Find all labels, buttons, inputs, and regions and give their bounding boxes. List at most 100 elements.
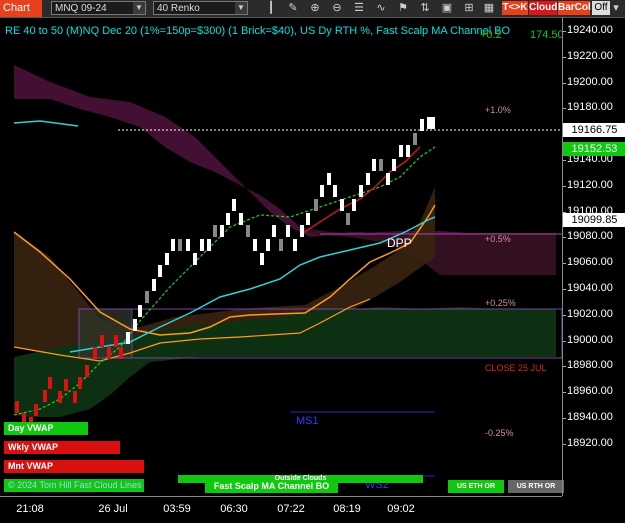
cloud-button[interactable]: Cloud: [529, 1, 557, 15]
red-brick: [93, 347, 97, 359]
renko-brick: [133, 319, 137, 331]
zoom-in-icon[interactable]: ⊕: [308, 1, 322, 15]
pct-plus1-label: +1.0%: [485, 105, 511, 115]
renko-brick: [372, 159, 376, 171]
price-tickmark: [563, 392, 566, 394]
wkly-vwap-button[interactable]: Wkly VWAP: [4, 441, 120, 454]
price-tickmark: [563, 31, 566, 32]
renko-brick: [431, 117, 435, 129]
price-tickmark: [563, 108, 566, 110]
title-suffix: +0.2: [480, 29, 502, 41]
time-tick: 06:30: [220, 503, 248, 515]
price-tickmark: [563, 56, 566, 58]
renko-brick: [314, 199, 318, 211]
renko-brick: [165, 253, 169, 265]
pct-plus05-label: +0.5%: [485, 234, 511, 244]
time-tick: 26 Jul: [98, 503, 128, 515]
red-brick: [58, 391, 62, 403]
chart-toolbar: Chart MNQ 09-24 ▼ 40 Renko ▼ ┃ ✎ ⊕ ⊖ ☰ ∿…: [0, 0, 625, 18]
renko-brick: [171, 239, 175, 251]
instrument-value: MNQ 09-24: [55, 3, 107, 14]
data-box-icon[interactable]: ▦: [482, 1, 496, 15]
renko-brick: [320, 185, 324, 197]
renko-brick: [253, 239, 257, 251]
renko-brick: [193, 253, 197, 265]
red-brick: [48, 377, 52, 389]
off-button[interactable]: Off: [592, 1, 610, 15]
green-price-label: 19152.53: [563, 142, 625, 156]
time-tick: 08:19: [333, 503, 361, 515]
chevron-down-icon: ▼: [133, 2, 145, 14]
us-rth-or-button[interactable]: US RTH OR: [508, 480, 564, 493]
indicators-icon[interactable]: ∿: [374, 1, 388, 15]
time-tick: 03:59: [163, 503, 191, 515]
bar-type-icon[interactable]: ┃: [264, 1, 278, 15]
day-vwap-button[interactable]: Day VWAP: [4, 422, 88, 435]
red-brick: [43, 390, 47, 402]
red-brick: [100, 335, 104, 347]
last-price-label: 19166.75: [563, 123, 625, 137]
time-tick: 21:08: [16, 503, 44, 515]
red-brick: [119, 347, 123, 359]
renko-brick: [279, 239, 283, 251]
renko-brick: [226, 213, 230, 225]
renko-brick: [266, 239, 270, 251]
price-tickmark: [563, 366, 566, 368]
renko-brick: [145, 291, 149, 303]
red-brick: [107, 347, 111, 359]
zoom-out-icon[interactable]: ⊖: [330, 1, 344, 15]
t-k-button[interactable]: T<>K: [502, 1, 528, 15]
price-tick: 19080.00: [567, 230, 613, 243]
fast-scalp-button[interactable]: Fast Scalp MA Channel BO: [205, 480, 338, 493]
renko-brick: [152, 279, 156, 291]
price-tick: 19200.00: [567, 75, 613, 88]
renko-brick: [213, 225, 217, 237]
period-selector[interactable]: 40 Renko ▼: [153, 1, 248, 15]
price-axis[interactable]: 19240.0019220.0019200.0019180.0019160.00…: [562, 17, 625, 496]
chart-trader-icon[interactable]: ⊞: [462, 1, 476, 15]
title-price: 174.50: [530, 29, 564, 41]
fast-cloud-lines-button[interactable]: © 2024 Tom Hill Fast Cloud Lines: [4, 479, 144, 492]
instrument-selector[interactable]: MNQ 09-24 ▼: [51, 1, 146, 15]
dpp-label: DPP: [387, 236, 412, 250]
strategies-icon[interactable]: ⚑: [396, 1, 410, 15]
red-brick: [85, 365, 89, 377]
renko-brick: [406, 145, 410, 157]
chevron-down-icon[interactable]: ▾: [610, 1, 622, 15]
price-tickmark: [563, 289, 566, 290]
draw-tool-icon[interactable]: ✎: [286, 1, 300, 15]
price-tickmark: [563, 418, 566, 419]
renko-brick: [178, 239, 182, 251]
renko-brick: [138, 305, 142, 317]
renko-brick: [186, 239, 190, 251]
us-eth-or-button[interactable]: US ETH OR: [448, 480, 504, 493]
chart-tab[interactable]: Chart: [0, 0, 42, 17]
red-brick: [73, 391, 77, 403]
barcol-button[interactable]: BarCol: [558, 1, 591, 15]
trade-icon[interactable]: ⇅: [418, 1, 432, 15]
price-chart[interactable]: RE 40 to 50 (M)NQ Dec 20 (1%=150p=$300) …: [0, 17, 564, 496]
red-brick: [114, 335, 118, 347]
red-brick: [64, 379, 68, 391]
renko-brick: [158, 265, 162, 277]
price-tick: 18920.00: [567, 436, 613, 449]
properties-icon[interactable]: ☰: [352, 1, 366, 15]
renko-brick: [272, 225, 276, 237]
camera-icon[interactable]: ▣: [440, 1, 454, 15]
renko-brick: [386, 173, 390, 185]
price-tickmark: [563, 185, 566, 187]
price-tick: 18940.00: [567, 411, 613, 423]
renko-brick: [246, 225, 250, 237]
price-tickmark: [563, 314, 566, 316]
renko-brick: [392, 159, 396, 171]
time-axis[interactable]: 21:08 26 Jul 03:59 06:30 07:22 08:19 09:02: [0, 496, 562, 523]
pct-plus025-label: +0.25%: [485, 298, 516, 308]
renko-brick: [126, 332, 130, 344]
price-tickmark: [563, 82, 566, 84]
close-label: CLOSE 25 JUL: [485, 363, 547, 373]
mnt-vwap-button[interactable]: Mnt VWAP: [4, 460, 144, 473]
price-tickmark: [563, 263, 566, 265]
price-tick: 18960.00: [567, 385, 613, 398]
renko-brick: [327, 173, 331, 185]
renko-brick: [359, 185, 363, 197]
